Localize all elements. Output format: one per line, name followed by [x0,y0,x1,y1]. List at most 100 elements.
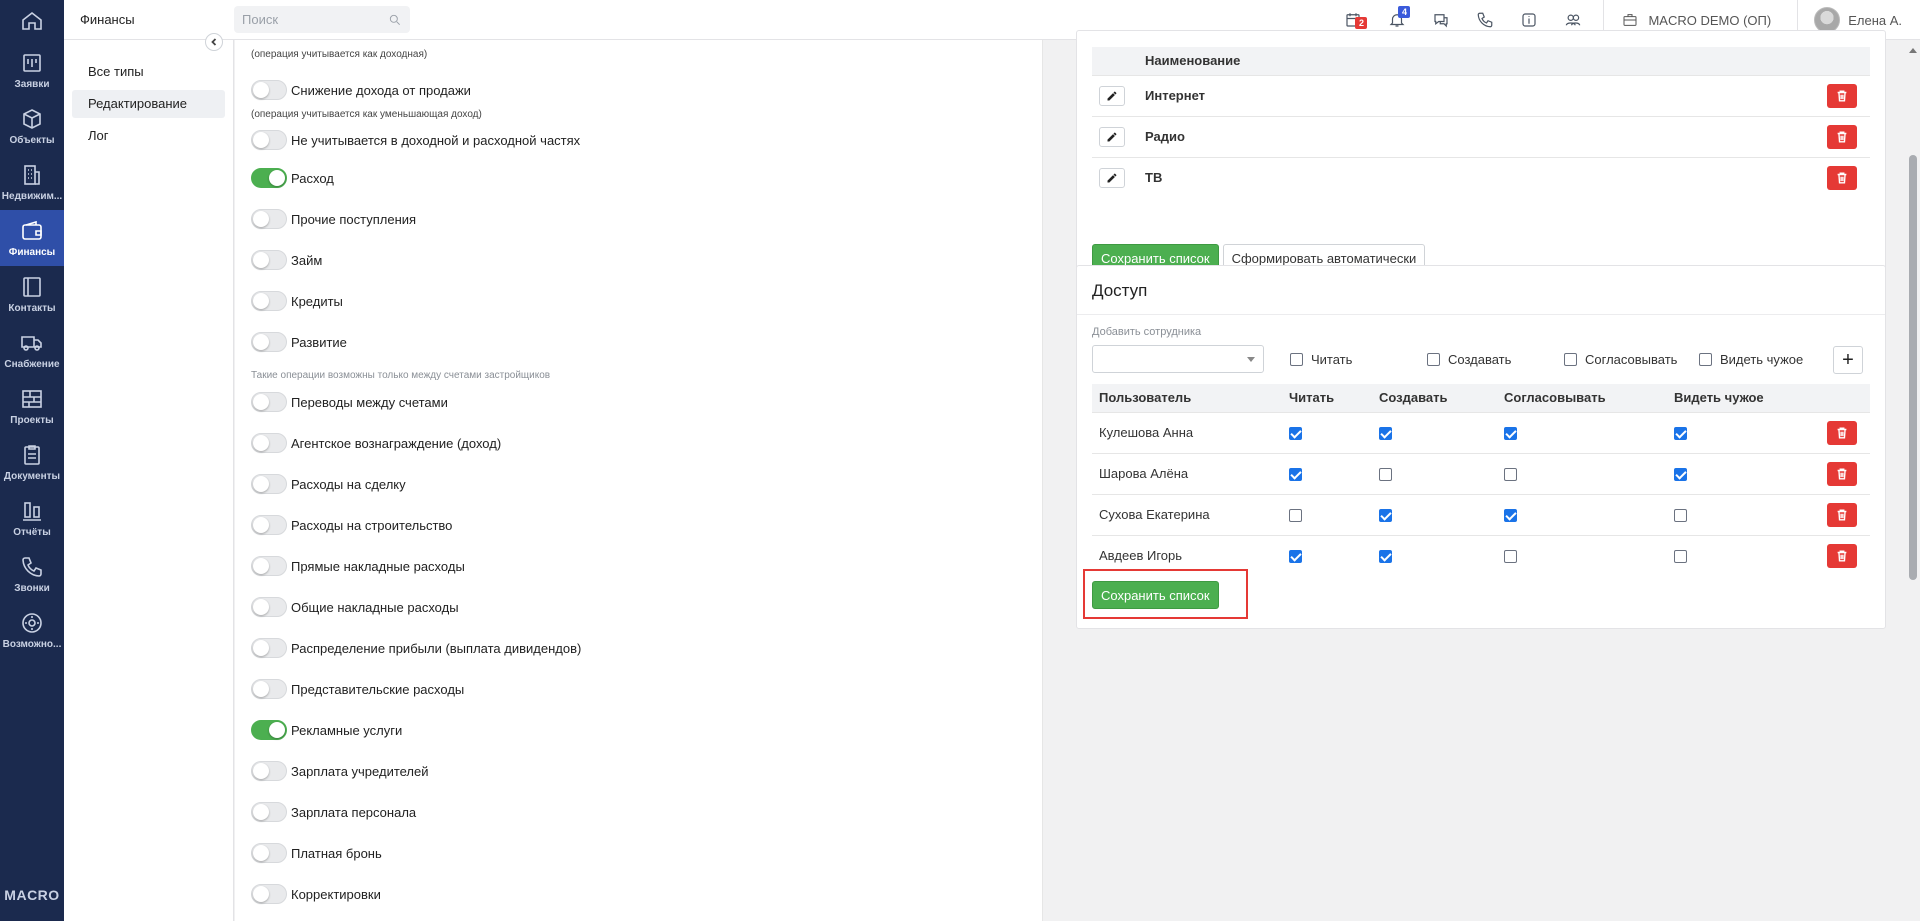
approve-checkbox[interactable] [1504,427,1517,441]
edit-button[interactable] [1099,85,1125,106]
search-input[interactable]: Поиск [234,6,410,33]
type-row[interactable]: Переводы между счетами [251,392,448,412]
type-toggle[interactable] [251,168,287,188]
delete-button[interactable] [1827,124,1857,149]
type-row[interactable]: Развитие [251,332,347,352]
read-checkbox[interactable] [1289,427,1302,441]
delete-button[interactable] [1827,83,1857,108]
create-checkbox[interactable] [1427,353,1440,366]
type-row[interactable]: Прямые накладные расходы [251,556,465,576]
nav-item-calls[interactable]: Звонки [0,546,64,602]
home-button[interactable] [0,0,64,42]
delete-button[interactable] [1827,543,1857,568]
see-others-checkbox[interactable] [1674,550,1687,564]
type-toggle[interactable] [251,433,287,453]
type-toggle[interactable] [251,332,287,352]
type-toggle[interactable] [251,720,287,740]
type-row[interactable]: Зарплата персонала [251,802,416,822]
nav-item-realty[interactable]: Недвижим... [0,154,64,210]
nav-item-supply[interactable]: Снабжение [0,322,64,378]
read-checkbox[interactable] [1290,353,1303,366]
type-row[interactable]: Представительские расходы [251,679,464,699]
approve-checkbox[interactable] [1564,353,1577,366]
type-toggle[interactable] [251,597,287,617]
scrollbar-thumb[interactable] [1909,155,1917,580]
create-checkbox[interactable] [1379,468,1392,482]
nav-item-finance[interactable]: Финансы [0,210,64,266]
add-employee-button[interactable]: + [1833,346,1863,374]
read-checkbox[interactable] [1289,550,1302,564]
create-checkbox[interactable] [1379,550,1392,564]
scrollbar[interactable] [1906,40,1920,921]
type-row[interactable]: Агентское вознаграждение (доход) [251,433,501,453]
type-row[interactable]: Прочие поступления [251,209,416,229]
option-create[interactable]: Создавать [1427,352,1511,367]
users-icon [1566,14,1581,26]
type-toggle[interactable] [251,209,287,229]
read-checkbox[interactable] [1289,509,1302,523]
nav-item-requests[interactable]: Заявки [0,42,64,98]
option-approve[interactable]: Согласовывать [1564,352,1677,367]
nav-item-features[interactable]: Возможно... [0,602,64,658]
create-checkbox[interactable] [1379,509,1392,523]
employee-select[interactable] [1092,345,1264,373]
edit-button[interactable] [1099,126,1125,147]
nav-item-documents[interactable]: Документы [0,434,64,490]
type-row[interactable]: Расходы на сделку [251,474,406,494]
type-row[interactable]: Общие накладные расходы [251,597,459,617]
type-toggle[interactable] [251,802,287,822]
nav-item-contacts[interactable]: Контакты [0,266,64,322]
nav-item-projects[interactable]: Проекты [0,378,64,434]
sidebar-item-editing[interactable]: Редактирование [72,90,225,118]
type-toggle[interactable] [251,291,287,311]
nav-item-objects[interactable]: Объекты [0,98,64,154]
sidebar-item-log[interactable]: Лог [72,122,225,150]
sidebar-item-all-types[interactable]: Все типы [72,58,225,86]
type-row[interactable]: Платная бронь [251,843,382,863]
delete-button[interactable] [1827,420,1857,445]
scroll-up-arrow[interactable] [1909,48,1917,53]
type-row[interactable]: Корректировки [251,884,381,904]
option-read[interactable]: Читать [1290,352,1352,367]
type-row[interactable]: Расход [251,168,334,188]
company-selector[interactable]: MACRO DEMO (ОП) [1612,12,1789,28]
create-checkbox[interactable] [1379,427,1392,441]
type-row[interactable]: Расходы на строительство [251,515,452,535]
approve-checkbox[interactable] [1504,509,1517,523]
see-others-checkbox[interactable] [1674,427,1687,441]
approve-checkbox[interactable] [1504,550,1517,564]
option-see-others[interactable]: Видеть чужое [1699,352,1803,367]
type-toggle[interactable] [251,761,287,781]
type-row[interactable]: Снижение дохода от продажи [251,80,471,100]
read-checkbox[interactable] [1289,468,1302,482]
type-row[interactable]: Рекламные услуги [251,720,402,740]
collapse-sidebar-button[interactable] [205,33,223,51]
type-toggle[interactable] [251,843,287,863]
type-row[interactable]: Зарплата учредителей [251,761,429,781]
delete-button[interactable] [1827,461,1857,486]
type-row[interactable]: Кредиты [251,291,343,311]
type-row[interactable]: Не учитывается в доходной и расходной ча… [251,130,580,150]
edit-button[interactable] [1099,167,1125,188]
type-toggle[interactable] [251,638,287,658]
delete-button[interactable] [1827,165,1857,190]
type-row[interactable]: Распределение прибыли (выплата дивидендо… [251,638,581,658]
type-toggle[interactable] [251,884,287,904]
nav-item-reports[interactable]: Отчёты [0,490,64,546]
type-toggle[interactable] [251,679,287,699]
see-others-checkbox[interactable] [1674,468,1687,482]
type-toggle[interactable] [251,515,287,535]
delete-button[interactable] [1827,502,1857,527]
type-label: Расходы на строительство [291,517,453,533]
type-toggle[interactable] [251,556,287,576]
type-toggle[interactable] [251,392,287,412]
see-others-checkbox[interactable] [1674,509,1687,523]
type-row[interactable]: Займ [251,250,322,270]
type-toggle[interactable] [251,250,287,270]
type-toggle[interactable] [251,474,287,494]
type-toggle[interactable] [251,130,287,150]
see-others-checkbox[interactable] [1699,353,1712,366]
approve-checkbox[interactable] [1504,468,1517,482]
chat-icon [1434,14,1449,28]
type-toggle[interactable] [251,80,287,100]
